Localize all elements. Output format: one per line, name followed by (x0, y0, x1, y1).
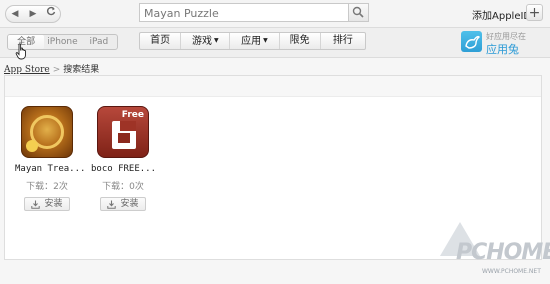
search-icon (352, 6, 364, 18)
add-apple-id-link[interactable]: 添加AppleID (472, 7, 531, 22)
app-card: Mayan Trea... 下载：2次 安装 (15, 106, 85, 211)
pchome-watermark: PCHOME WWW.PCHOME.NET (440, 222, 550, 280)
add-button[interactable]: + (526, 4, 543, 21)
forward-button[interactable]: ▶ (25, 6, 41, 22)
nav-ranking[interactable]: 排行 (321, 33, 365, 49)
nav-free-label: 限免 (289, 35, 310, 46)
app-name[interactable]: boco FREE... (91, 164, 156, 174)
rabbit-logo-icon (461, 31, 482, 52)
download-icon (31, 200, 41, 209)
promo-banner[interactable]: 好应用尽在 应用兔 (461, 31, 541, 56)
nav-games[interactable]: 游戏 ▼ (181, 33, 231, 49)
app-icon-boco[interactable]: Free (97, 106, 149, 158)
download-count: 下载：2次 (26, 182, 68, 192)
nav-home-label: 首页 (150, 35, 171, 46)
watermark-url: WWW.PCHOME.NET (482, 268, 541, 275)
top-toolbar: ◀ ▶ Mayan Puzzle 添加AppleID + (0, 0, 550, 27)
breadcrumb-separator: > (52, 65, 61, 75)
app-icon-mayan[interactable] (21, 106, 73, 158)
breadcrumb-current: 搜索结果 (63, 65, 100, 75)
download-icon (107, 200, 117, 209)
chevron-down-icon: ▼ (263, 37, 268, 44)
refresh-icon (46, 6, 56, 16)
navigation-buttons: ◀ ▶ (5, 5, 61, 23)
results-header-strip (5, 76, 541, 97)
breadcrumb-app-store[interactable]: App Store (4, 65, 50, 75)
chevron-down-icon: ▼ (214, 37, 219, 44)
app-card: Free boco FREE... 下载：0次 安装 (91, 106, 156, 211)
search-input[interactable]: Mayan Puzzle (144, 7, 219, 20)
nav-ranking-label: 排行 (332, 35, 353, 46)
tab-iphone[interactable]: iPhone (44, 35, 80, 49)
free-badge: Free (121, 110, 144, 120)
search-button[interactable] (348, 4, 368, 21)
nav-free[interactable]: 限免 (280, 33, 321, 49)
watermark-logo: PCHOME (456, 240, 550, 265)
refresh-button[interactable] (43, 6, 59, 22)
breadcrumb: App Store > 搜索结果 (4, 62, 99, 75)
promo-brand: 应用兔 (486, 43, 519, 56)
nav-apps[interactable]: 应用 ▼ (230, 33, 280, 49)
category-bar: 全部 iPhone iPad 首页 游戏 ▼ 应用 ▼ 限免 排行 好应用尽在 应用… (0, 27, 550, 60)
download-count: 下载：0次 (102, 182, 144, 192)
tab-ipad[interactable]: iPad (81, 35, 117, 49)
nav-apps-label: 应用 (241, 36, 262, 47)
install-button[interactable]: 安装 (24, 197, 70, 211)
back-button[interactable]: ◀ (7, 6, 23, 22)
app-name[interactable]: Mayan Trea... (15, 164, 85, 174)
install-button[interactable]: 安装 (100, 197, 146, 211)
hand-cursor-icon (15, 43, 26, 60)
nav-home[interactable]: 首页 (140, 33, 182, 49)
install-label: 安装 (120, 198, 139, 209)
main-nav: 首页 游戏 ▼ 应用 ▼ 限免 排行 (139, 32, 366, 50)
install-label: 安装 (44, 198, 63, 209)
nav-games-label: 游戏 (192, 36, 213, 47)
search-field[interactable]: Mayan Puzzle (139, 3, 369, 22)
